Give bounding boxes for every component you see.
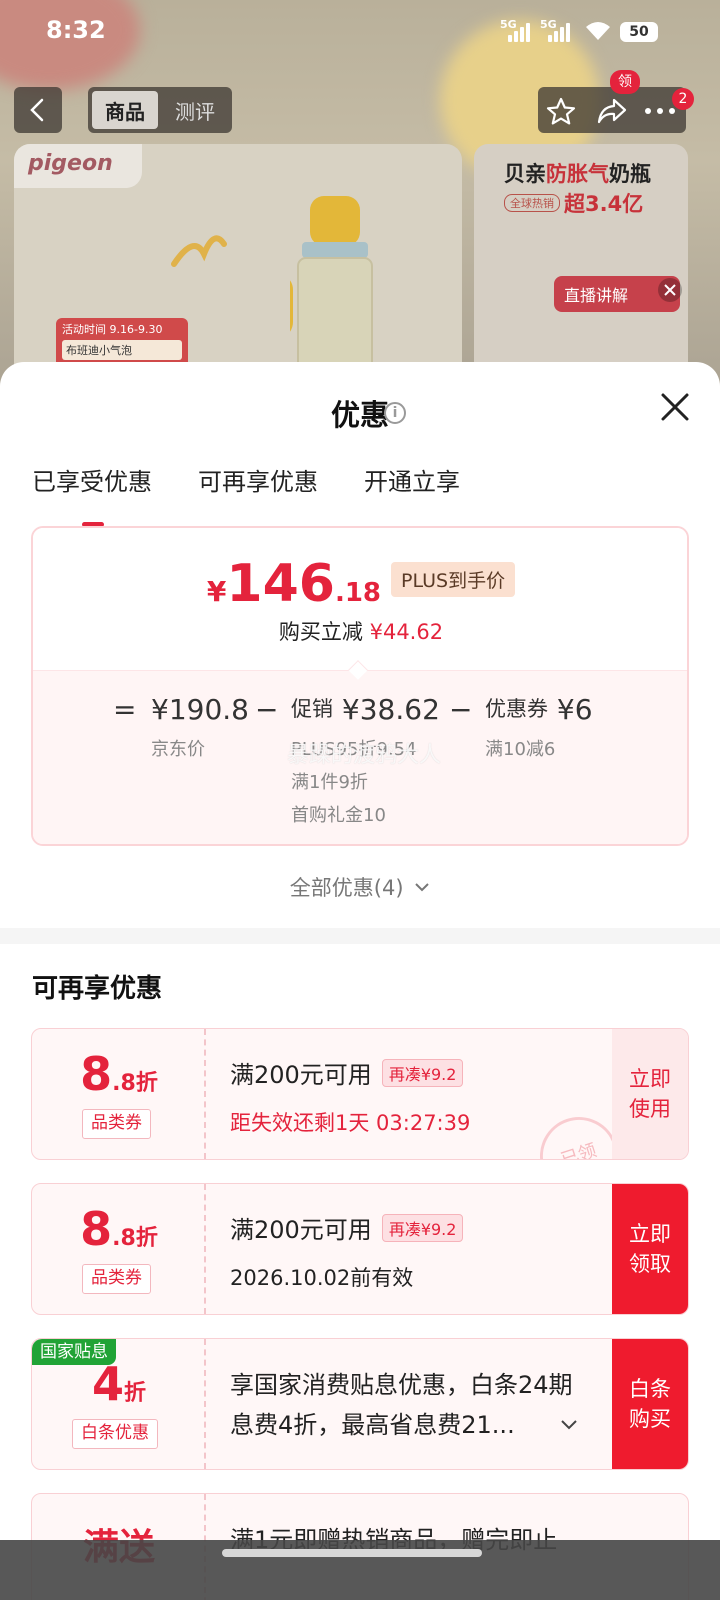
close-icon[interactable] bbox=[658, 278, 682, 302]
subsidy-flag: 国家贴息 bbox=[32, 1339, 116, 1365]
side-card-title: 贝亲防胀气奶瓶 bbox=[504, 162, 651, 186]
tab-more[interactable]: 可再享优惠 bbox=[198, 462, 318, 497]
coupon-pill: 再凑¥9.2 bbox=[381, 1059, 464, 1087]
coupon-detail: 满10减6 bbox=[485, 739, 556, 760]
chevron-down-icon bbox=[415, 883, 429, 892]
tab-enjoyed[interactable]: 已享受优惠 bbox=[32, 462, 152, 527]
wifi-icon bbox=[586, 22, 610, 40]
promo-detail: 满1件9折 bbox=[291, 772, 368, 793]
base-price-label: 京东价 bbox=[151, 739, 205, 760]
equals-sign: = bbox=[113, 693, 137, 726]
more-badge: 2 bbox=[672, 88, 694, 110]
more-icon[interactable] bbox=[644, 107, 676, 115]
coupon-value: 8.8折 品类券 bbox=[32, 1184, 206, 1314]
sheet-title: 优惠 bbox=[330, 398, 389, 432]
share-icon[interactable] bbox=[596, 97, 628, 125]
signal-icon bbox=[548, 20, 570, 42]
final-price: ¥146.18 PLUS到手价 bbox=[33, 554, 687, 614]
discount-sheet: 优惠 i 已享受优惠 可再享优惠 开通立享 ¥146.18 PLUS到手价 购买立… bbox=[0, 362, 720, 1600]
plus-price-tag: PLUS到手价 bbox=[391, 562, 516, 597]
chevron-down-icon[interactable] bbox=[560, 1419, 578, 1431]
coupon-card[interactable]: 8.8折 品类券 满200元可用 再凑¥9.2 距失效还剩1天 03:27:39 … bbox=[31, 1028, 689, 1160]
top-actions bbox=[538, 87, 686, 133]
status-bar: 8:32 5G 5G 50 bbox=[0, 0, 720, 66]
coupon-card[interactable]: 8.8折 品类券 满200元可用 再凑¥9.2 2026.10.02前有效 立即 … bbox=[31, 1183, 689, 1315]
reduce-line: 购买立减 ¥44.62 bbox=[278, 620, 444, 644]
section-divider bbox=[0, 928, 720, 944]
baitiao-buy-button[interactable]: 白条 购买 bbox=[612, 1339, 688, 1469]
coupon-value: 8.8折 品类券 bbox=[32, 1029, 206, 1159]
tab-product[interactable]: 商品 bbox=[92, 91, 158, 129]
coupon-type: 品类券 bbox=[82, 1109, 151, 1139]
star-icon[interactable] bbox=[546, 97, 576, 125]
home-indicator[interactable] bbox=[222, 1549, 482, 1557]
all-offers-link[interactable]: 全部优惠(4) bbox=[0, 872, 720, 902]
minus-sign: − bbox=[255, 693, 279, 726]
tab-review[interactable]: 测评 bbox=[162, 91, 228, 129]
claim-now-button[interactable]: 立即 领取 bbox=[612, 1184, 688, 1314]
tab-open[interactable]: 开通立享 bbox=[364, 462, 460, 497]
product-page-backdrop: 8:32 5G 5G 50 商品 测评 领 2 pigeon 活动时间 9.16… bbox=[0, 0, 720, 400]
status-time: 8:32 bbox=[46, 16, 106, 44]
close-icon[interactable] bbox=[658, 390, 692, 424]
price-summary: ¥146.18 PLUS到手价 购买立减 ¥44.62 = ¥190.8 京东价 … bbox=[31, 526, 689, 846]
coupon-badge[interactable]: 领 bbox=[610, 70, 640, 94]
promo-detail: 首购礼金10 bbox=[291, 805, 386, 826]
chevron-left-icon bbox=[30, 98, 44, 122]
price-breakdown: = ¥190.8 京东价 − 促销 ¥38.62 PLUS95折9.54 满1件… bbox=[33, 660, 687, 844]
promo-tag: 活动时间 9.16-9.30 布班迪小气泡 bbox=[56, 318, 188, 368]
coupon-countdown: 距失效还剩1天 03:27:39 bbox=[230, 1111, 471, 1135]
coupon-expiry: 2026.10.02前有效 bbox=[230, 1266, 414, 1290]
minus-sign: − bbox=[449, 693, 473, 726]
coupon-type: 白条优惠 bbox=[72, 1419, 158, 1449]
promo-amount: 促销 ¥38.62 bbox=[291, 693, 440, 726]
watermark: 暴躁的渡鸦大人 bbox=[287, 743, 442, 768]
signal-icon bbox=[508, 20, 530, 42]
use-now-button[interactable]: 立即 使用 bbox=[612, 1029, 688, 1159]
coupon-type: 品类券 bbox=[82, 1264, 151, 1294]
back-button[interactable] bbox=[14, 87, 62, 133]
base-price: ¥190.8 bbox=[151, 693, 249, 726]
coupon-amount: 优惠券 ¥6 bbox=[485, 693, 593, 726]
info-icon[interactable]: i bbox=[384, 402, 406, 424]
page-segment-tabs: 商品 测评 bbox=[88, 87, 232, 133]
coupon-pill: 再凑¥9.2 bbox=[381, 1214, 464, 1242]
brand-logo: pigeon bbox=[14, 144, 142, 188]
discount-tabs: 已享受优惠 可再享优惠 开通立享 bbox=[32, 462, 460, 527]
side-card-rank: 全球热销 超3.4亿 bbox=[504, 188, 643, 218]
section-title: 可再享优惠 bbox=[32, 974, 163, 1004]
decoration-icon bbox=[171, 235, 227, 267]
coupon-card[interactable]: 4折 白条优惠 国家贴息 享国家消费贴息优惠，白条24期息费4折，最高省息费21… bbox=[31, 1338, 689, 1470]
battery-icon: 50 bbox=[620, 22, 658, 42]
